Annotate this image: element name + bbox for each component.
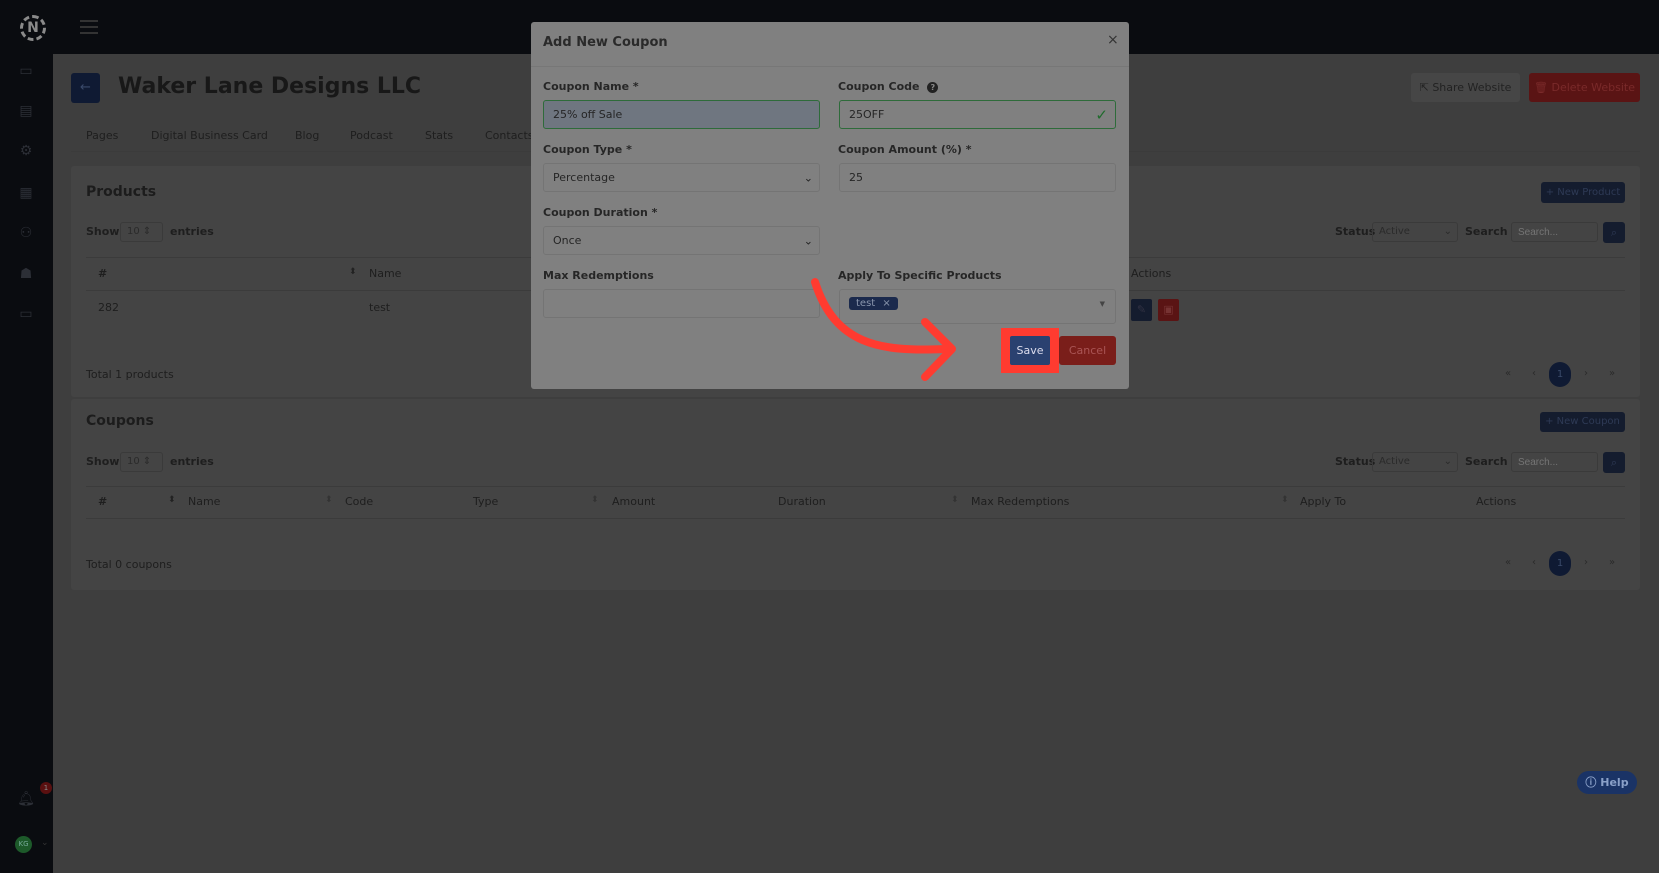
annotation-arrow-icon	[811, 278, 956, 381]
